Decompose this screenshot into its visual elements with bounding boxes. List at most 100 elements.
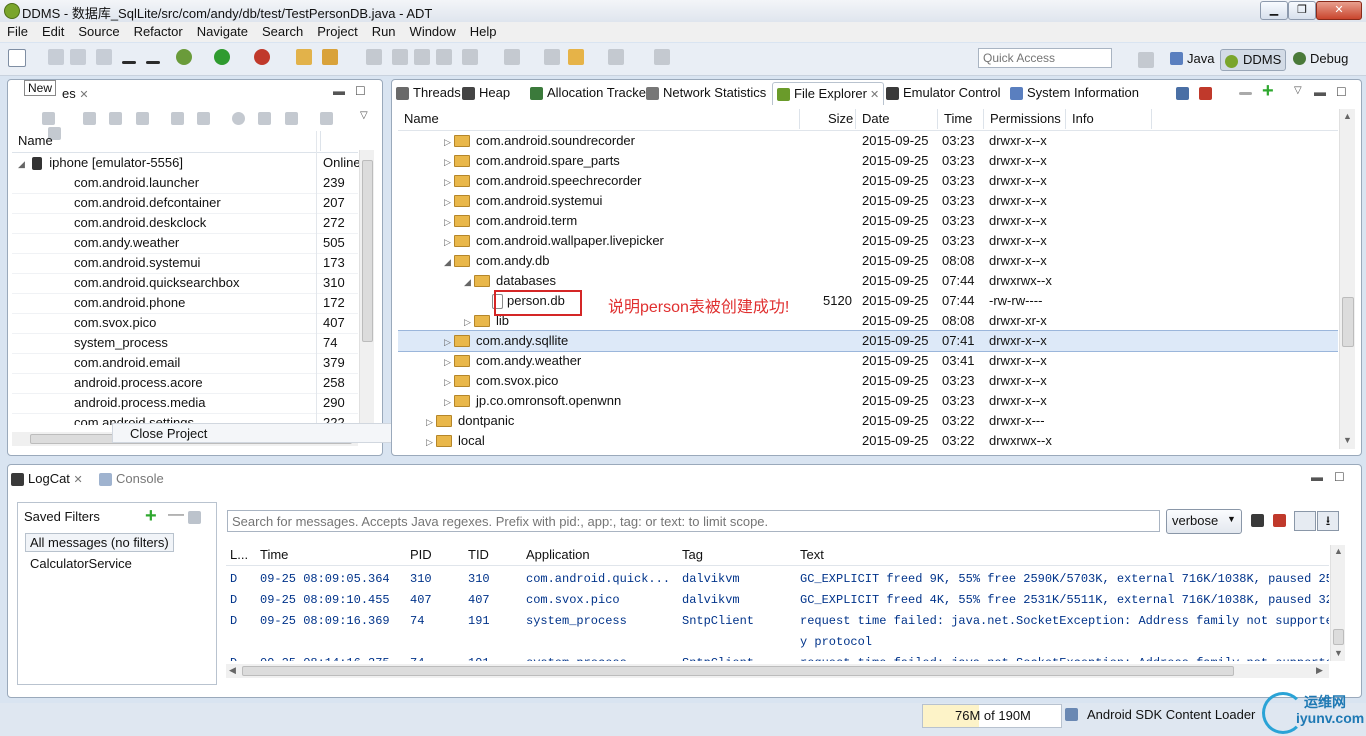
menu-help[interactable]: Help [463, 22, 504, 39]
prev-annotation-icon[interactable] [504, 49, 520, 65]
expand-icon[interactable]: ▷ [444, 232, 454, 252]
file-row[interactable]: ▷ com.android.systemui 2015-09-25 03:23 drwx… [398, 191, 1338, 211]
menu-edit[interactable]: Edit [35, 22, 71, 39]
file-row[interactable]: ▷ com.android.spare_parts 2015-09-25 03:23 d… [398, 151, 1338, 171]
systrace-icon[interactable] [319, 112, 333, 126]
file-row[interactable]: ◢ com.andy.db 2015-09-25 08:08 drwxr-x--x [398, 251, 1338, 271]
file-row[interactable]: ◢ databases 2015-09-25 07:44 drwxrwx--x [398, 271, 1338, 291]
file-row[interactable]: ▷ com.svox.pico 2015-09-25 03:23 drwxr-x--x [398, 371, 1338, 391]
debug-icon[interactable] [176, 49, 192, 65]
expand-icon[interactable]: ▷ [464, 312, 474, 332]
logcat-hscroll-thumb[interactable] [242, 666, 1234, 676]
search-icon[interactable] [322, 49, 338, 65]
col-info[interactable]: Info [1066, 109, 1152, 129]
close-window-button[interactable]: ✕ [1316, 1, 1362, 20]
minimize-view-icon[interactable]: ▬ [1311, 470, 1323, 484]
save-all-icon[interactable] [70, 49, 86, 65]
process-row[interactable]: android.process.acore 258 [12, 373, 358, 394]
expand-icon[interactable]: ▷ [444, 132, 454, 152]
logcat-col-application[interactable]: Application [526, 545, 678, 565]
scroll-up-icon[interactable]: ▲ [1343, 111, 1352, 121]
process-row[interactable]: system_process 74 [12, 333, 358, 354]
logcat-hscroll[interactable]: ◀ ▶ [226, 664, 1329, 678]
tab-emulator-control[interactable]: Emulator Control [886, 82, 1001, 104]
logcat-vscroll-thumb[interactable] [1333, 629, 1344, 645]
menu-refactor[interactable]: Refactor [127, 22, 190, 39]
file-row[interactable]: ▷ com.andy.weather 2015-09-25 03:41 drwxr-x-… [398, 351, 1338, 371]
expand-icon[interactable]: ▷ [426, 412, 436, 432]
process-row[interactable]: com.android.quicksearchbox 310 [12, 273, 358, 294]
close-project-menu-item[interactable]: Close Project [112, 423, 424, 443]
new-icon[interactable] [8, 49, 26, 67]
tab-system-information[interactable]: System Information [1010, 82, 1139, 104]
tab-heap[interactable]: Heap [462, 82, 510, 104]
minimize-button[interactable]: ▁ [1260, 1, 1288, 20]
tab-file-explorer[interactable]: File Explorer ✕ [772, 82, 885, 105]
file-explorer-vscroll-thumb[interactable] [1342, 297, 1354, 347]
save-log-icon[interactable] [1251, 514, 1264, 527]
expand-icon[interactable]: ▷ [444, 392, 454, 412]
expand-icon[interactable]: ▷ [444, 372, 454, 392]
maximize-view-icon[interactable]: ☐ [355, 84, 366, 98]
logcat-row[interactable]: D 09-25 08:09:10.455 407 407 com.svox.pico da… [226, 590, 1329, 610]
col-time[interactable]: Time [938, 109, 984, 129]
devices-vscroll-thumb[interactable] [362, 160, 373, 342]
heap-status[interactable]: 76M of 190M [922, 704, 1062, 728]
trash-icon[interactable] [1065, 708, 1078, 721]
method-profiling-icon[interactable] [197, 112, 211, 126]
logcat-col-time[interactable]: Time [260, 545, 406, 565]
expand-icon[interactable]: ◢ [464, 272, 474, 292]
logcat-col-tid[interactable]: TID [468, 545, 522, 565]
pin-editor-icon[interactable] [654, 49, 670, 65]
file-row[interactable]: ▷ dontpanic 2015-09-25 03:22 drwxr-x--- [398, 411, 1338, 431]
open-type-icon[interactable] [296, 49, 312, 65]
logcat-col-tag[interactable]: Tag [682, 545, 796, 565]
col-size[interactable]: Size [800, 109, 856, 129]
process-row[interactable]: com.android.systemui 173 [12, 253, 358, 274]
edit-icon[interactable] [392, 49, 408, 65]
view-menu-icon[interactable]: ▽ [1294, 85, 1302, 96]
process-row[interactable]: com.android.phone 172 [12, 293, 358, 314]
delete-icon[interactable] [1239, 92, 1253, 96]
devices-col-name[interactable]: Name [18, 131, 321, 151]
print-icon[interactable] [96, 49, 112, 65]
expand-icon[interactable]: ▷ [426, 432, 436, 451]
menu-window[interactable]: Window [403, 22, 463, 39]
tab-console[interactable]: Console [99, 468, 164, 490]
maximize-view-icon[interactable]: ☐ [1336, 85, 1347, 99]
process-row[interactable]: com.andy.weather 505 [12, 233, 358, 254]
menu-project[interactable]: Project [310, 22, 364, 39]
file-explorer-vscroll[interactable]: ▲ ▼ [1339, 109, 1355, 449]
scroll-down-icon[interactable]: ▼ [1334, 648, 1343, 658]
logcat-col-text[interactable]: Text [800, 545, 1300, 565]
menu-search[interactable]: Search [255, 22, 310, 39]
logcat-col-l[interactable]: L... [230, 545, 256, 565]
logcat-row[interactable]: D 09-25 08:09:16.369 74 191 system_process Sn… [226, 611, 1329, 631]
logcat-search-input[interactable] [227, 510, 1160, 532]
edit-filter-icon[interactable] [188, 511, 201, 524]
minimize-view-icon[interactable]: ▬ [333, 84, 345, 98]
file-row[interactable]: ▷ com.android.soundrecorder 2015-09-25 03:2… [398, 131, 1338, 151]
show-whitespace-icon[interactable] [436, 49, 452, 65]
cause-gc-icon[interactable] [135, 112, 149, 126]
last-edit-icon[interactable] [544, 49, 560, 65]
process-row[interactable]: com.android.email 379 [12, 353, 358, 374]
tab-threads[interactable]: Threads [396, 82, 461, 104]
process-row[interactable]: com.android.defcontainer 207 [12, 193, 358, 214]
logcat-row[interactable]: D 09-25 08:09:05.364 310 310 com.android.qui… [226, 569, 1329, 589]
col-name[interactable]: Name [398, 109, 800, 129]
menu-run[interactable]: Run [365, 22, 403, 39]
back-icon[interactable] [568, 49, 584, 65]
process-row[interactable]: com.android.deskclock 272 [12, 213, 358, 234]
close-icon[interactable]: ✕ [867, 89, 879, 101]
file-row[interactable]: ▷ com.android.wallpaper.livepicker 2015-09… [398, 231, 1338, 251]
external-tools-icon[interactable] [254, 49, 270, 65]
expand-icon[interactable]: ◢ [444, 252, 454, 272]
process-row[interactable]: com.android.launcher 239 [12, 173, 358, 194]
view-menu-icon[interactable]: ▽ [360, 110, 368, 121]
add-filter-icon[interactable]: + [145, 505, 157, 528]
expand-icon[interactable]: ▷ [444, 192, 454, 212]
minimize-view-icon[interactable]: ▬ [1314, 85, 1326, 99]
col-date[interactable]: Date [856, 109, 938, 129]
scroll-right-icon[interactable]: ▶ [1316, 665, 1323, 676]
